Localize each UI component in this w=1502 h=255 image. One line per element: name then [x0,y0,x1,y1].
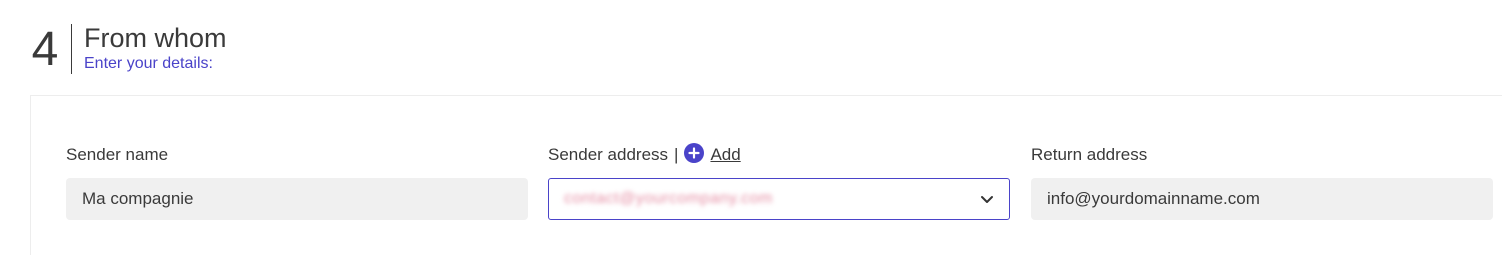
return-address-field: Return address info@yourdomainname.com [1031,143,1493,220]
return-address-label: Return address [1031,145,1148,164]
add-sender-address-link[interactable]: Add [710,144,740,166]
label-separator: | [674,145,679,164]
sender-name-label: Sender name [66,145,169,164]
sender-form-panel: Sender name Ma compagnie Sender address … [30,95,1502,255]
step-titles: From whom Enter your details: [84,22,227,74]
chevron-down-icon [979,191,995,207]
sender-address-value: contact@yourcompany.com [564,190,773,207]
step-header: 4 From whom Enter your details: [28,22,227,76]
sender-address-select[interactable]: contact@yourcompany.com [548,178,1010,220]
step-subtitle: Enter your details: [84,55,213,72]
return-address-input[interactable]: info@yourdomainname.com [1031,178,1493,220]
sender-name-input[interactable]: Ma compagnie [66,178,528,220]
sender-address-label: Sender address [548,145,669,164]
step-number: 4 [31,23,59,76]
step-title: From whom [84,23,227,53]
sender-address-field: Sender address | Add contact@yourcompany… [548,143,1010,220]
sender-name-value: Ma compagnie [82,189,194,208]
plus-circle-icon[interactable] [684,143,705,163]
sender-address-label-row: Sender address | Add [548,143,1010,167]
step-divider [71,24,72,74]
sender-name-field: Sender name Ma compagnie [66,143,528,220]
return-address-value: info@yourdomainname.com [1047,189,1260,208]
